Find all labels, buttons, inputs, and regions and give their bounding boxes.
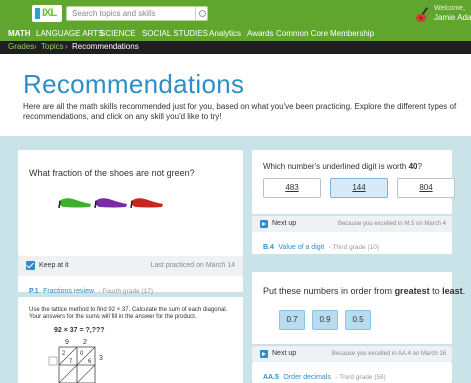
skill-name[interactable]: Value of a digit [278,244,324,251]
nav-common-core[interactable]: Common Core [276,29,328,38]
lattice-side-digit: 3 [99,355,103,362]
logo-mark [35,8,40,19]
page-header: Recommendations Here are all the math sk… [0,54,471,136]
welcome-block[interactable]: Welcome, Jamie Adams ▾ [434,4,471,22]
question-prefix: Which number's underlined digit is worth [263,162,409,171]
card-status-bar: Next up Because you excelled in AA.4 on … [252,346,452,362]
lattice-top-digit: 2 [83,339,87,346]
question-value: 40 [408,162,418,171]
question-text: What fraction of the shoes are not green… [29,168,195,178]
nav-science[interactable]: SCIENCE [100,29,136,38]
lattice-cell: 7 [69,359,73,365]
search-icon[interactable] [195,7,207,20]
skill-link-fractions-review[interactable]: P.1 Fractions review - Fourth grade (17) [18,276,243,295]
draggable-number-tile[interactable]: 0.9 [312,310,338,330]
answer-label: 804 [419,183,433,192]
next-up-label: Next up [272,220,297,227]
question-card-lattice[interactable]: Use the lattice method to find 92 × 37. … [18,297,243,383]
question-prefix: Put these numbers in order from [263,286,395,296]
lattice-top-digit: 9 [65,339,69,346]
nav-membership[interactable]: Membership [330,29,374,38]
skill-code: AA.5 [263,374,279,381]
skill-code: B.4 [263,244,274,251]
skill-grade: - Third grade (58) [335,374,386,381]
skill-code: P.1 [29,288,39,295]
lattice-cell: 2 [62,351,66,357]
keep-at-it-label: Keep at it [39,262,69,269]
question-mid: to [429,286,443,296]
question-suffix: . [462,286,466,296]
page-title: Recommendations [23,69,245,99]
search-input[interactable]: Search topics and skills [66,6,208,21]
page-description: Here are all the math skills recommended… [23,102,457,121]
skill-grade: - Fourth grade (17) [98,288,154,295]
skill-link-order-decimals[interactable]: AA.5 Order decimals - Third grade (58) [252,362,452,383]
question-card-digit-value[interactable]: Which number's underlined digit is worth… [252,150,455,198]
nav-math[interactable]: MATH [8,29,31,38]
question-card-shoes[interactable]: What fraction of the shoes are not green… [18,150,243,256]
card-status-bar: Next up Because you excelled in M.5 on M… [252,216,452,232]
lattice-cell: 6 [88,359,92,365]
red-shoe-icon [130,198,163,209]
user-name[interactable]: Jamie Adams ▾ [434,13,471,22]
breadcrumb-separator: › [65,42,68,51]
green-shoe-icon [58,198,91,209]
nav-social-studies[interactable]: SOCIAL STUDIES [142,29,208,38]
last-practiced-text: Last practiced on March 14 [150,262,235,269]
skill-name[interactable]: Fractions review [43,288,94,295]
answer-option[interactable]: 483 [263,178,321,198]
purple-shoe-icon [94,198,127,209]
breadcrumb-topics[interactable]: Topics [41,42,64,51]
skill-link-value-of-digit[interactable]: B.4 Value of a digit - Third grade (10) [252,232,452,254]
checkmark-icon [26,261,35,270]
question-text: Put these numbers in order from greatest… [263,286,465,296]
question-suffix: ? [417,162,422,171]
question-bold-least: least [442,286,463,296]
breadcrumb: Grades › Topics › Recommendations [0,41,471,54]
lattice-cell: 0 [80,351,84,357]
card-body-spacer [252,198,452,214]
welcome-label: Welcome, [434,5,465,12]
skill-name[interactable]: Order decimals [283,374,330,381]
card-status-bar: Keep at it Last practiced on March 14 [18,256,243,276]
logo-text: IXL [42,7,57,19]
answer-label: 144 [352,183,366,192]
top-header: IXL Search topics and skills Welcome, Ja… [0,0,471,28]
skill-grade: - Third grade (10) [328,244,380,251]
subject-nav: MATH LANGUAGE ARTS SCIENCE SOCIAL STUDIE… [0,28,471,41]
answer-label: 483 [285,183,299,192]
next-up-icon [260,220,268,228]
next-up-icon [260,350,268,358]
breadcrumb-current: Recommendations [72,42,139,51]
because-text: Because you excelled in AA.4 on March 16 [331,351,446,357]
ixl-logo[interactable]: IXL [32,5,62,22]
nav-awards[interactable]: Awards [247,29,274,38]
guitar-avatar-icon[interactable] [414,6,432,24]
next-up-label: Next up [272,350,297,357]
breadcrumb-separator: › [34,42,37,51]
lattice-equation: 92 × 37 = ?,??? [54,327,105,334]
nav-language-arts[interactable]: LANGUAGE ARTS [36,29,103,38]
lattice-grid[interactable]: 9 2 2 0 7 6 3 [47,335,107,383]
answer-option-selected[interactable]: 144 [330,178,388,198]
because-text: Because you excelled in M.5 on March 4 [337,221,446,227]
lattice-instructions: Use the lattice method to find 92 × 37. … [29,307,228,320]
nav-analytics[interactable]: Analytics [209,29,241,38]
question-bold-greatest: greatest [394,286,430,296]
draggable-number-tile[interactable]: 0.7 [279,310,305,330]
question-card-order-decimals[interactable]: Put these numbers in order from greatest… [252,272,465,344]
question-text: Which number's underlined digit is worth… [263,162,422,171]
draggable-number-tile[interactable]: 0.5 [345,310,371,330]
answer-option[interactable]: 804 [397,178,455,198]
breadcrumb-grades[interactable]: Grades [8,42,34,51]
